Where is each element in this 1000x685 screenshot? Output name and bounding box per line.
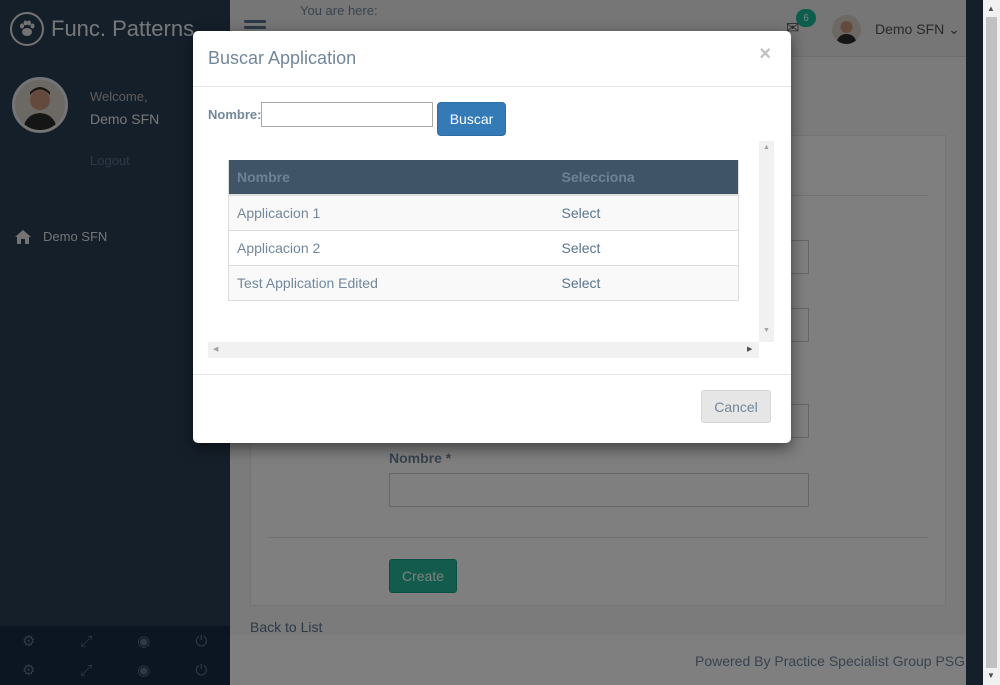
- scroll-up-icon[interactable]: ▲: [987, 4, 995, 13]
- modal-title: Buscar Application: [208, 48, 357, 68]
- horizontal-scrollbar[interactable]: ◀ ▶: [208, 342, 759, 358]
- results-scroll-area[interactable]: Nombre Selecciona Applicacion 1 Select A…: [208, 141, 774, 358]
- select-link[interactable]: Select: [553, 264, 739, 300]
- select-link[interactable]: Select: [553, 229, 739, 265]
- page-scrollbar[interactable]: ▲ ▼: [983, 0, 1000, 685]
- scroll-down-icon[interactable]: ▼: [987, 671, 995, 680]
- table-row: Test Application Edited Select: [228, 264, 739, 300]
- close-icon[interactable]: ×: [759, 43, 771, 66]
- vertical-scrollbar[interactable]: ▲ ▼: [759, 141, 774, 342]
- scroll-down-icon[interactable]: ▼: [763, 327, 770, 334]
- cancel-button[interactable]: Cancel: [701, 390, 771, 423]
- table-row: Applicacion 1 Select: [228, 194, 739, 230]
- select-link[interactable]: Select: [553, 194, 739, 230]
- row-name: Applicacion 2: [228, 229, 554, 265]
- search-button[interactable]: Buscar: [437, 102, 506, 136]
- scroll-right-icon[interactable]: ▶: [747, 345, 752, 353]
- table-header-row: Nombre Selecciona: [228, 160, 739, 196]
- search-label: Nombre:: [208, 107, 262, 122]
- row-name: Applicacion 1: [228, 194, 554, 230]
- search-input[interactable]: [261, 102, 433, 127]
- scroll-up-icon[interactable]: ▲: [763, 144, 770, 151]
- modal-header: Buscar Application ×: [193, 31, 791, 87]
- scrollbar-thumb[interactable]: [986, 17, 997, 668]
- column-header-selecciona: Selecciona: [553, 160, 739, 196]
- scroll-left-icon[interactable]: ◀: [213, 345, 218, 353]
- row-name: Test Application Edited: [228, 264, 554, 300]
- search-application-modal: Buscar Application × Nombre: Buscar Nomb…: [193, 31, 791, 443]
- results-table: Nombre Selecciona Applicacion 1 Select A…: [228, 160, 739, 301]
- table-row: Applicacion 2 Select: [228, 229, 739, 265]
- column-header-nombre: Nombre: [228, 160, 554, 196]
